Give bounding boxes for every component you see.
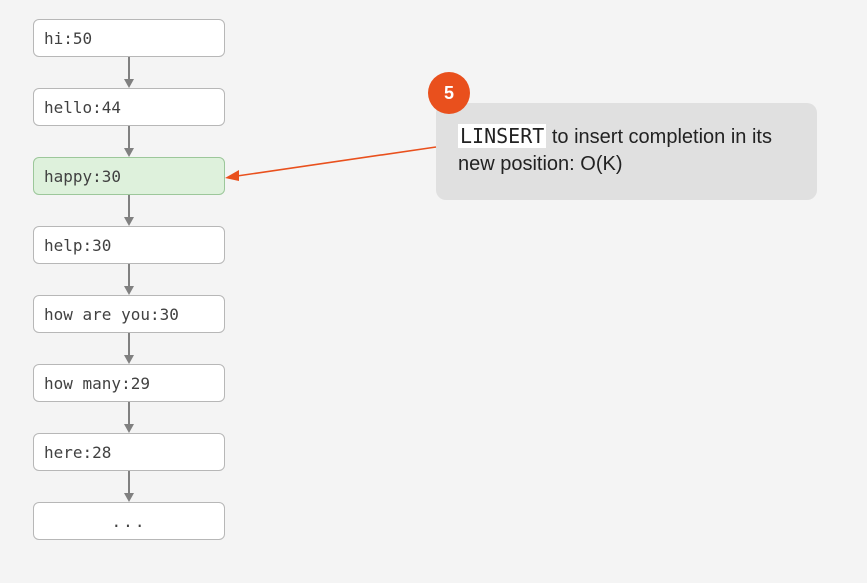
arrow-down-icon: [33, 57, 225, 88]
list-node-ellipsis: ...: [33, 502, 225, 540]
node-label: hi:50: [44, 29, 92, 48]
step-badge: 5: [428, 72, 470, 114]
node-label: how many:29: [44, 374, 150, 393]
list-node: hello:44: [33, 88, 225, 126]
command-code: LINSERT: [458, 124, 546, 148]
node-label: here:28: [44, 443, 111, 462]
arrow-down-icon: [33, 402, 225, 433]
arrow-down-icon: [33, 471, 225, 502]
list-node: help:30: [33, 226, 225, 264]
node-label: happy:30: [44, 167, 121, 186]
pointer-arrow-icon: [225, 145, 440, 185]
step-number: 5: [444, 83, 454, 104]
list-node: hi:50: [33, 19, 225, 57]
arrow-down-icon: [33, 333, 225, 364]
list-node: how are you:30: [33, 295, 225, 333]
list-node: how many:29: [33, 364, 225, 402]
list-node: here:28: [33, 433, 225, 471]
node-label: hello:44: [44, 98, 121, 117]
node-label: how are you:30: [44, 305, 179, 324]
callout-box: LINSERT to insert completion in its new …: [436, 103, 817, 200]
node-label: ...: [112, 512, 147, 531]
list-node-highlighted: happy:30: [33, 157, 225, 195]
arrow-down-icon: [33, 264, 225, 295]
arrow-down-icon: [33, 126, 225, 157]
arrow-down-icon: [33, 195, 225, 226]
linked-list: hi:50 hello:44 happy:30 help:30 how are …: [33, 19, 225, 540]
node-label: help:30: [44, 236, 111, 255]
